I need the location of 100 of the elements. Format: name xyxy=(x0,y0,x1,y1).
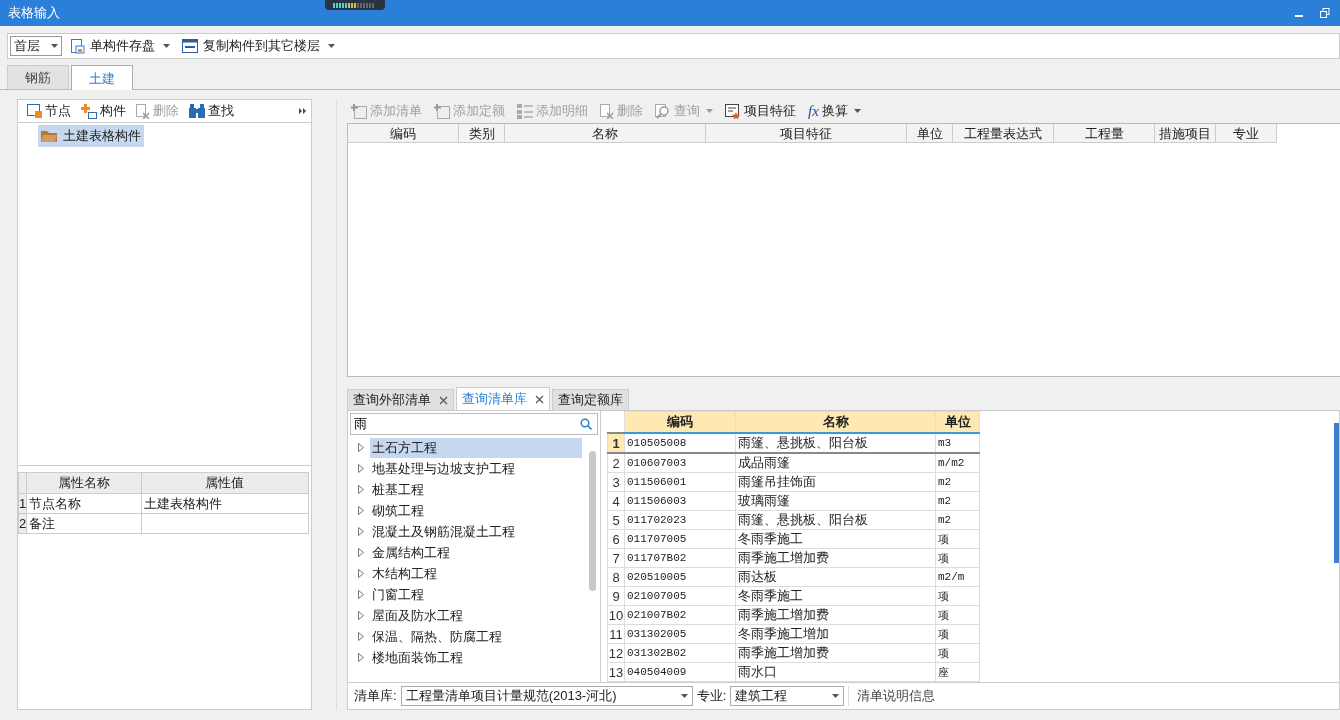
table-cell: 020510005 xyxy=(624,567,736,587)
column-header: 项目特征 xyxy=(706,124,907,143)
info-button[interactable]: 清单说明信息 xyxy=(848,686,944,706)
table-cell: 土建表格构件 xyxy=(141,493,309,514)
scrollbar-thumb[interactable] xyxy=(589,451,596,591)
tree-item[interactable]: 楼地面装饰工程 xyxy=(370,647,582,668)
column-header: 名称 xyxy=(505,124,706,143)
table-cell: 011506001 xyxy=(624,472,736,492)
table-row[interactable]: 2 010607003 成品雨篷 m/m2 xyxy=(607,453,980,473)
floor-dropdown[interactable]: 首层 xyxy=(10,36,62,56)
table-cell: 010607003 xyxy=(624,453,736,473)
table-cell: 021007005 xyxy=(624,586,736,606)
toolbar-button[interactable]: 查找 xyxy=(185,101,238,121)
column-header: 属性值 xyxy=(141,472,309,494)
table-row[interactable]: 9 021007005 冬雨季施工 项 xyxy=(607,586,980,606)
tree-item[interactable]: 木结构工程 xyxy=(370,563,582,584)
toolbar-button[interactable]: 单构件存盘 xyxy=(68,37,173,55)
tree-item[interactable]: 土建表格构件 xyxy=(38,125,144,147)
search-field[interactable]: 雨 xyxy=(350,413,598,435)
expand-icon[interactable] xyxy=(358,485,364,494)
table-cell: 雨篷、悬挑板、阳台板 xyxy=(735,510,936,530)
expand-icon[interactable] xyxy=(358,548,364,557)
toolbar-button[interactable]: fx 换算 xyxy=(804,101,865,121)
row-number: 9 xyxy=(607,586,625,606)
table-row[interactable]: 7 011707B02 雨季施工增加费 项 xyxy=(607,548,980,568)
table-row[interactable]: 6 011707005 冬雨季施工 项 xyxy=(607,529,980,549)
field-label: 专业: xyxy=(696,687,727,705)
table-cell: 冬雨季施工 xyxy=(735,529,936,549)
tab[interactable]: 查询定额库 xyxy=(552,389,629,410)
row-number: 13 xyxy=(607,662,625,682)
node-add-icon xyxy=(27,104,42,118)
column-header: 专业 xyxy=(1216,124,1277,143)
window-icon xyxy=(182,39,198,53)
expand-icon[interactable] xyxy=(358,590,364,599)
expand-icon[interactable] xyxy=(358,506,364,515)
row-number: 3 xyxy=(607,472,625,492)
expand-icon[interactable] xyxy=(358,611,364,620)
expand-icon[interactable] xyxy=(358,464,364,473)
column-header: 工程量 xyxy=(1054,124,1155,143)
table-row[interactable]: 8 020510005 雨达板 m2/m xyxy=(607,567,980,587)
column-header: 工程量表达式 xyxy=(953,124,1054,143)
expand-icon[interactable] xyxy=(358,443,364,452)
table-cell: 座 xyxy=(935,662,980,682)
expand-icon[interactable] xyxy=(358,653,364,662)
magnifier-icon xyxy=(655,103,671,119)
tab[interactable]: 钢筋 xyxy=(7,65,69,89)
binoculars-icon xyxy=(189,104,205,118)
table-cell: 项 xyxy=(935,548,980,568)
table-cell: 021007B02 xyxy=(624,605,736,625)
more-icon[interactable] xyxy=(299,108,307,114)
table-cell: 010505008 xyxy=(624,433,736,453)
table-row[interactable]: 3 011506001 雨篷吊挂饰面 m2 xyxy=(607,472,980,492)
table-cell: m2 xyxy=(935,491,980,511)
table-cell: 雨季施工增加费 xyxy=(735,548,936,568)
tree-item[interactable]: 桩基工程 xyxy=(370,479,582,500)
table-row[interactable]: 13 040504009 雨水口 座 xyxy=(607,662,980,682)
row-number: 5 xyxy=(607,510,625,530)
delete-icon xyxy=(600,103,614,119)
tab[interactable]: 查询清单库 xyxy=(456,387,550,410)
table-cell: 雨季施工增加费 xyxy=(735,605,936,625)
tree-item[interactable]: 混凝土及钢筋混凝土工程 xyxy=(370,521,582,542)
expand-icon[interactable] xyxy=(358,527,364,536)
tree-item[interactable]: 土石方工程 xyxy=(370,437,582,458)
table-row[interactable]: 10 021007B02 雨季施工增加费 项 xyxy=(607,605,980,625)
toolbar-button[interactable]: 构件 xyxy=(77,101,130,121)
tree-item[interactable]: 保温、隔热、防腐工程 xyxy=(370,626,582,647)
column-header: 单位 xyxy=(935,411,980,433)
scrollbar-thumb[interactable] xyxy=(1334,423,1339,563)
tab[interactable]: 土建 xyxy=(71,65,133,91)
expand-icon[interactable] xyxy=(358,569,364,578)
table-cell: 011506003 xyxy=(624,491,736,511)
field-label: 清单库: xyxy=(354,687,397,705)
table-row[interactable]: 5 011702023 雨篷、悬挑板、阳台板 m2 xyxy=(607,510,980,530)
row-number: 6 xyxy=(607,529,625,549)
library-dropdown[interactable]: 工程量清单项目计量规范(2013-河北) xyxy=(400,686,693,706)
table-row[interactable]: 12 031302B02 雨季施工增加费 项 xyxy=(607,643,980,663)
expand-icon[interactable] xyxy=(358,632,364,641)
table-cell: 项 xyxy=(935,586,980,606)
column-header: 名称 xyxy=(735,411,936,433)
tree-item[interactable]: 屋面及防水工程 xyxy=(370,605,582,626)
add-list-icon xyxy=(434,103,450,119)
table-row[interactable]: 4 011506003 玻璃雨篷 m2 xyxy=(607,491,980,511)
tab[interactable]: 查询外部清单 xyxy=(347,389,454,410)
close-icon[interactable] xyxy=(535,394,544,404)
tree-label: 土建表格构件 xyxy=(63,127,141,145)
tree-item[interactable]: 金属结构工程 xyxy=(370,542,582,563)
table-cell: 节点名称 xyxy=(26,493,142,514)
toolbar-button[interactable]: 项目特征 xyxy=(721,101,800,121)
table-row[interactable]: 1 010505008 雨篷、悬挑板、阳台板 m3 xyxy=(607,433,980,453)
toolbar-button[interactable]: 节点 xyxy=(23,101,75,121)
tree-item[interactable]: 砌筑工程 xyxy=(370,500,582,521)
close-icon[interactable] xyxy=(439,395,448,405)
restore-icon[interactable] xyxy=(1320,8,1330,18)
toolbar-button[interactable]: 复制构件到其它楼层 xyxy=(179,37,338,55)
row-number: 2 xyxy=(18,513,27,534)
tree-item[interactable]: 门窗工程 xyxy=(370,584,582,605)
specialty-dropdown[interactable]: 建筑工程 xyxy=(730,686,845,706)
row-number: 10 xyxy=(607,605,625,625)
table-row[interactable]: 11 031302005 冬雨季施工增加 项 xyxy=(607,624,980,644)
tree-item[interactable]: 地基处理与边坡支护工程 xyxy=(370,458,582,479)
